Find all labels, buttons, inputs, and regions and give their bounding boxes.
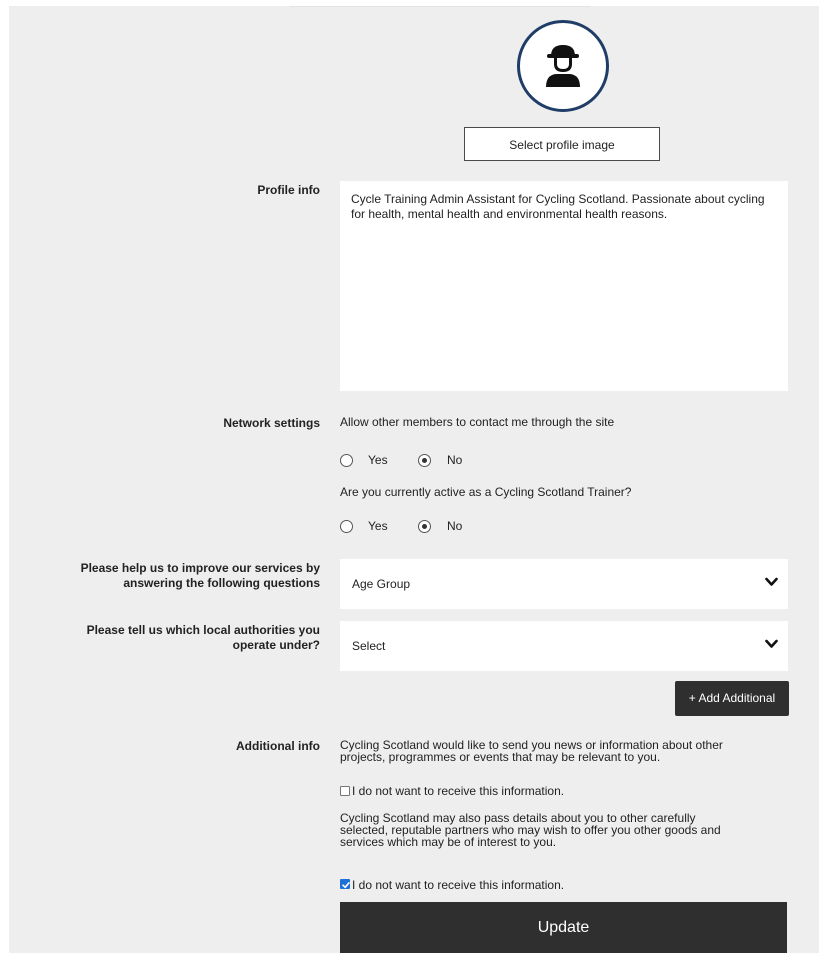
contact-no-label: No <box>447 453 463 467</box>
contact-yes-label: Yes <box>368 453 388 467</box>
opt-out-label-1: I do not want to receive this informatio… <box>352 784 565 798</box>
authorities-label-line1: Please tell us which local authorities y… <box>86 623 320 637</box>
opt-out-checkbox-2[interactable] <box>340 879 350 889</box>
contact-no-radio[interactable] <box>418 454 431 467</box>
additional-paragraph-2: Cycling Scotland may also pass details a… <box>340 812 721 848</box>
trainer-yes-radio[interactable] <box>340 520 353 533</box>
top-divider <box>290 6 590 7</box>
authorities-value: Select <box>352 639 386 653</box>
user-avatar-icon <box>546 45 580 87</box>
chevron-down-icon <box>765 577 778 586</box>
additional-paragraph-1: Cycling Scotland would like to send you … <box>340 739 723 763</box>
select-profile-image-button[interactable]: Select profile image <box>464 127 660 161</box>
trainer-no-radio[interactable] <box>418 520 431 533</box>
services-label: Please help us to improve our services b… <box>20 561 320 591</box>
network-settings-label: Network settings <box>223 416 320 430</box>
chevron-down-icon <box>765 639 778 648</box>
add-additional-button[interactable]: + Add Additional <box>675 681 789 716</box>
age-group-select[interactable]: Age Group <box>340 559 788 609</box>
authorities-label-line2: operate under? <box>232 638 320 652</box>
opt-out-label-2: I do not want to receive this informatio… <box>352 878 565 892</box>
checkmark-icon <box>342 882 350 889</box>
trainer-yes-label: Yes <box>368 519 388 533</box>
contact-yes-radio[interactable] <box>340 454 353 467</box>
profile-info-label: Profile info <box>257 183 320 197</box>
profile-info-textarea[interactable]: Cycle Training Admin Assistant for Cycli… <box>340 181 788 391</box>
additional-p1-line2: projects, programmes or events that may … <box>340 750 661 764</box>
contact-question: Allow other members to contact me throug… <box>340 415 615 429</box>
trainer-no-label: No <box>447 519 463 533</box>
authorities-select[interactable]: Select <box>340 621 788 671</box>
age-group-value: Age Group <box>352 577 411 591</box>
trainer-question: Are you currently active as a Cycling Sc… <box>340 485 632 499</box>
authorities-label: Please tell us which local authorities y… <box>20 623 320 653</box>
services-label-line2: answering the following questions <box>123 576 320 590</box>
additional-info-label: Additional info <box>236 739 320 753</box>
update-button[interactable]: Update <box>340 902 787 953</box>
opt-out-checkbox-1[interactable] <box>340 786 350 796</box>
additional-p2-line3: services which may be of interest to you… <box>340 835 557 849</box>
services-label-line1: Please help us to improve our services b… <box>80 561 320 575</box>
profile-avatar <box>517 20 609 112</box>
